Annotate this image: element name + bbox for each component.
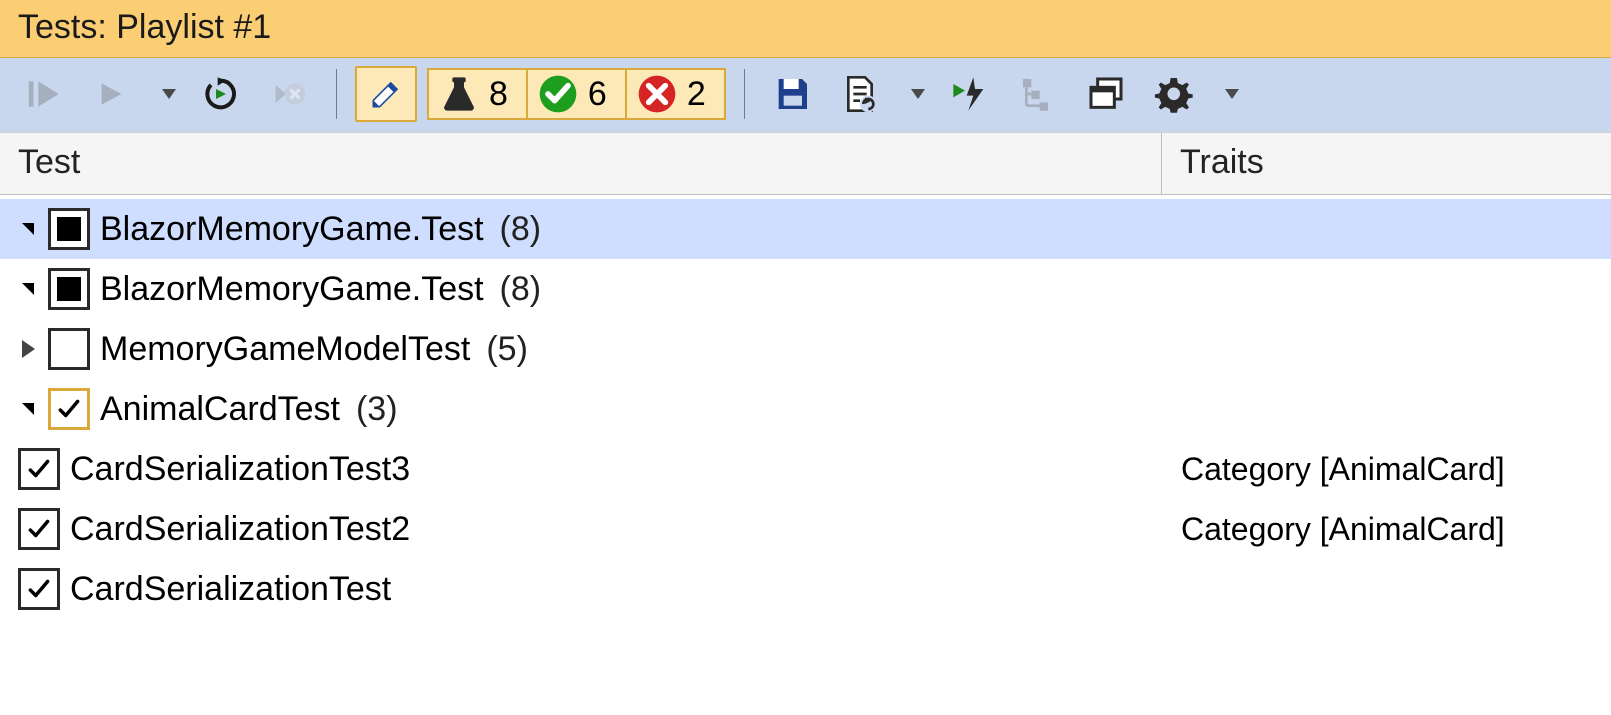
column-headers: Test Traits (0, 132, 1611, 195)
fail-icon (637, 74, 677, 114)
gear-icon (1153, 73, 1195, 115)
columns-button[interactable] (1077, 68, 1135, 120)
column-header-test-label: Test (18, 143, 80, 181)
save-button[interactable] (763, 68, 821, 120)
tree-class-label: MemoryGameModelTest (100, 330, 470, 369)
passed-tests-value: 6 (588, 75, 607, 114)
tree-namespace-count: (8) (500, 270, 542, 309)
failed-tests-counter[interactable]: 2 (627, 70, 724, 118)
cancel-run-button[interactable] (260, 68, 318, 120)
tree-test-label: CardSerializationTest2 (70, 510, 410, 549)
tree-test-trait: Category [AnimalCard] (1161, 451, 1611, 488)
checkbox-indeterminate[interactable] (48, 208, 90, 250)
collapse-icon[interactable] (18, 219, 38, 239)
tree-test-row[interactable]: CardSerializationTest3 Category [AnimalC… (0, 439, 1611, 499)
save-icon (772, 74, 812, 114)
tree-test-trait: Category [AnimalCard] (1161, 511, 1611, 548)
checkbox-checked[interactable] (18, 508, 60, 550)
tree-test-row[interactable]: CardSerializationTest2 Category [AnimalC… (0, 499, 1611, 559)
window-title: Tests: Playlist #1 (0, 0, 1611, 58)
play-bolt-icon (950, 74, 990, 114)
tree-class-row[interactable]: MemoryGameModelTest (5) (0, 319, 1611, 379)
tree-class-count: (3) (356, 390, 398, 429)
flask-icon (439, 74, 479, 114)
tree-assembly-row[interactable]: BlazorMemoryGame.Test (8) (0, 199, 1611, 259)
tree-namespace-label: BlazorMemoryGame.Test (100, 270, 484, 309)
toolbar-separator (744, 69, 745, 119)
playlist-doc-icon (840, 74, 880, 114)
edit-playlist-button[interactable] (355, 66, 417, 122)
tree-test-label: CardSerializationTest3 (70, 450, 410, 489)
playlist-file-button[interactable] (831, 68, 889, 120)
checkbox-checked[interactable] (18, 448, 60, 490)
chevron-down-icon (1225, 89, 1239, 99)
total-tests-value: 8 (489, 75, 508, 114)
column-header-traits[interactable]: Traits (1161, 132, 1611, 194)
checkbox-checked[interactable] (18, 568, 60, 610)
tree-class-row[interactable]: AnimalCardTest (3) (0, 379, 1611, 439)
tree-class-count: (5) (486, 330, 528, 369)
window-title-text: Tests: Playlist #1 (18, 8, 271, 46)
tree-class-label: AnimalCardTest (100, 390, 340, 429)
tree-assembly-count: (8) (500, 210, 542, 249)
settings-button[interactable] (1145, 68, 1203, 120)
windows-icon (1086, 74, 1126, 114)
test-counters: 8 6 2 (427, 68, 726, 120)
test-tree: BlazorMemoryGame.Test (8) BlazorMemoryGa… (0, 195, 1611, 629)
tree-test-row[interactable]: CardSerializationTest (0, 559, 1611, 619)
toolbar: 8 6 2 (0, 58, 1611, 132)
run-dropdown[interactable] (150, 68, 182, 120)
checkbox-indeterminate[interactable] (48, 268, 90, 310)
checkbox-unchecked[interactable] (48, 328, 90, 370)
chevron-down-icon (162, 89, 176, 99)
hierarchy-icon (1018, 74, 1058, 114)
chevron-down-icon (911, 89, 925, 99)
run-button[interactable] (82, 68, 140, 120)
column-header-traits-label: Traits (1180, 143, 1264, 181)
pass-icon (538, 74, 578, 114)
failed-tests-value: 2 (687, 75, 706, 114)
run-in-view-button[interactable] (941, 68, 999, 120)
tree-test-label: CardSerializationTest (70, 570, 391, 609)
passed-tests-counter[interactable]: 6 (528, 70, 627, 118)
checkbox-checked[interactable] (48, 388, 90, 430)
collapse-icon[interactable] (18, 279, 38, 299)
group-by-button[interactable] (1009, 68, 1067, 120)
collapse-icon[interactable] (18, 399, 38, 419)
expand-icon[interactable] (18, 339, 38, 359)
playlist-file-dropdown[interactable] (899, 68, 931, 120)
toolbar-separator (336, 69, 337, 119)
tree-assembly-label: BlazorMemoryGame.Test (100, 210, 484, 249)
repeat-run-button[interactable] (192, 68, 250, 120)
column-header-test[interactable]: Test (0, 132, 1161, 194)
total-tests-counter[interactable]: 8 (429, 70, 528, 118)
settings-dropdown[interactable] (1213, 68, 1245, 120)
tree-namespace-row[interactable]: BlazorMemoryGame.Test (8) (0, 259, 1611, 319)
run-last-button[interactable] (14, 68, 72, 120)
